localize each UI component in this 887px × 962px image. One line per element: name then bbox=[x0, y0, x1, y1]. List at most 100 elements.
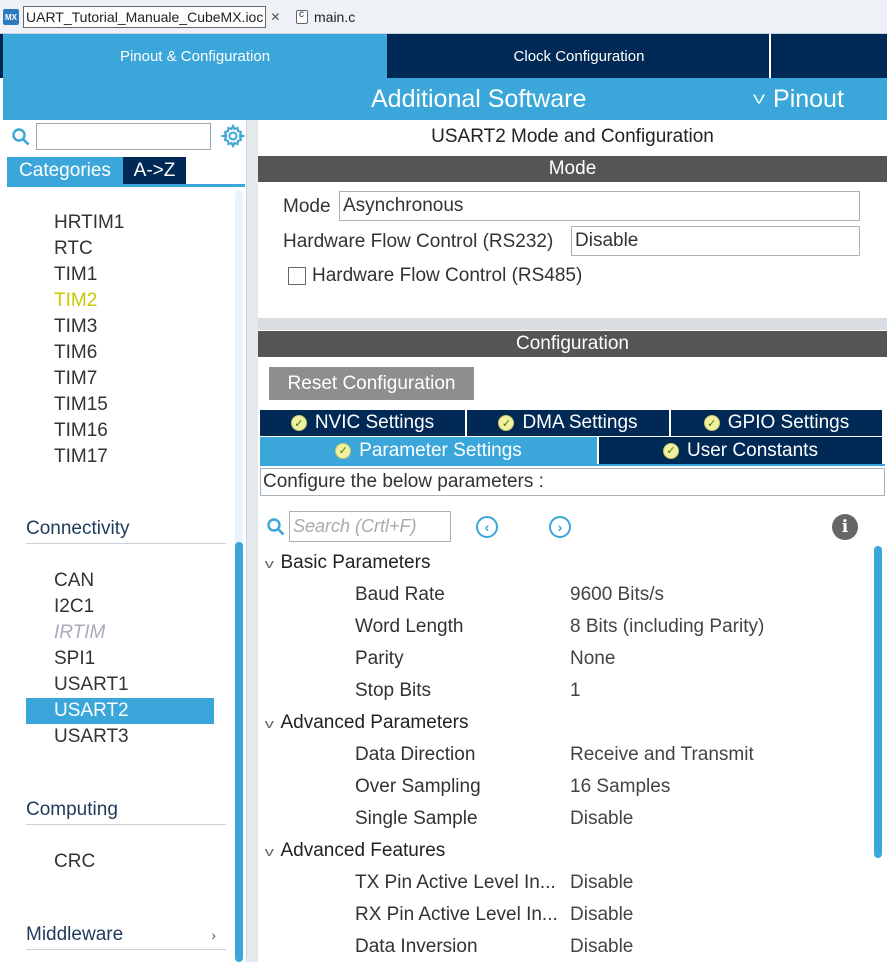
tab-dma-settings[interactable]: ✓ DMA Settings bbox=[467, 410, 669, 436]
list-item-tim3[interactable]: TIM3 bbox=[54, 314, 97, 340]
list-item-tim17[interactable]: TIM17 bbox=[54, 444, 108, 470]
param-value[interactable]: None bbox=[570, 648, 615, 670]
param-value[interactable]: Disable bbox=[570, 872, 633, 894]
param-name[interactable]: Stop Bits bbox=[355, 680, 431, 702]
sub-navigation: Additional Software V Pinout bbox=[3, 78, 887, 120]
category-search-input[interactable] bbox=[36, 123, 211, 150]
parameter-search-input[interactable]: Search (Crtl+F) bbox=[289, 511, 451, 542]
section-computing[interactable]: Computing bbox=[26, 797, 226, 825]
section-divider bbox=[258, 318, 887, 330]
left-scrollbar-thumb[interactable] bbox=[235, 542, 243, 962]
group-advanced-parameters[interactable]: v Advanced Parameters bbox=[265, 712, 469, 734]
hwfc-rs232-select[interactable]: Disable bbox=[571, 226, 860, 256]
param-name[interactable]: Data Inversion bbox=[355, 936, 478, 958]
panel-splitter[interactable] bbox=[247, 120, 258, 962]
chevron-down-icon: v bbox=[264, 843, 274, 859]
pinout-menu-button[interactable]: V Pinout bbox=[753, 85, 844, 114]
hwfc-rs485-label: Hardware Flow Control (RS485) bbox=[312, 265, 583, 286]
configure-hint: Configure the below parameters : bbox=[260, 468, 885, 496]
group-basic-parameters[interactable]: v Basic Parameters bbox=[265, 552, 431, 574]
list-item-usart3[interactable]: USART3 bbox=[54, 724, 129, 750]
tab-parameter-settings[interactable]: ✓ Parameter Settings bbox=[260, 437, 597, 464]
editor-tab-label: main.c bbox=[314, 9, 356, 25]
gear-icon[interactable] bbox=[221, 124, 245, 148]
tab-user-constants[interactable]: ✓ User Constants bbox=[599, 437, 882, 464]
param-value[interactable]: 1 bbox=[570, 680, 581, 702]
tab-pinout-configuration[interactable]: Pinout & Configuration bbox=[3, 34, 387, 78]
list-item-usart1[interactable]: USART1 bbox=[54, 672, 129, 698]
check-icon: ✓ bbox=[335, 442, 352, 459]
group-advanced-features[interactable]: v Advanced Features bbox=[264, 840, 446, 862]
param-value[interactable]: 16 Samples bbox=[570, 776, 670, 798]
tab-underline bbox=[7, 184, 245, 187]
list-item-i2c1[interactable]: I2C1 bbox=[54, 594, 94, 620]
list-item-tim16[interactable]: TIM16 bbox=[54, 418, 108, 444]
search-icon[interactable] bbox=[267, 518, 285, 536]
param-name[interactable]: RX Pin Active Level In... bbox=[355, 904, 558, 926]
param-name[interactable]: Word Length bbox=[355, 616, 463, 638]
mode-select[interactable]: Asynchronous bbox=[339, 191, 860, 221]
hwfc-rs485-checkbox[interactable] bbox=[288, 267, 306, 285]
section-connectivity[interactable]: Connectivity bbox=[26, 516, 226, 544]
tab-gpio-settings[interactable]: ✓ GPIO Settings bbox=[671, 410, 882, 436]
list-item-tim15[interactable]: TIM15 bbox=[54, 392, 108, 418]
previous-match-icon[interactable]: ‹ bbox=[476, 516, 498, 538]
list-item-tim7[interactable]: TIM7 bbox=[54, 366, 97, 392]
param-name[interactable]: Baud Rate bbox=[355, 584, 445, 606]
check-icon: ✓ bbox=[703, 415, 720, 431]
section-middleware[interactable]: Middleware › bbox=[26, 922, 226, 950]
param-name[interactable]: Parity bbox=[355, 648, 404, 670]
list-item-usart2[interactable]: USART2 bbox=[26, 698, 214, 724]
tab-underline bbox=[260, 464, 885, 466]
additional-software-button[interactable]: Additional Software bbox=[371, 85, 586, 114]
param-name[interactable]: TX Pin Active Level In... bbox=[355, 872, 556, 894]
tab-nvic-settings[interactable]: ✓ NVIC Settings bbox=[260, 410, 465, 436]
categories-panel: Categories A->Z HRTIM1 RTC TIM1 TIM2 TIM… bbox=[3, 120, 247, 962]
parameters-scrollbar[interactable] bbox=[874, 546, 882, 858]
list-item-can[interactable]: CAN bbox=[54, 568, 94, 594]
chevron-down-icon: V bbox=[753, 92, 766, 107]
param-name[interactable]: Data Direction bbox=[355, 744, 475, 766]
left-scrollbar[interactable] bbox=[235, 190, 243, 962]
editor-tab-bar: MX UART_Tutorial_Manuale_CubeMX.ioc ✕ ma… bbox=[0, 0, 887, 34]
param-value[interactable]: Disable bbox=[570, 808, 633, 830]
chevron-right-icon: › bbox=[211, 927, 216, 943]
editor-tab-ioc[interactable]: MX UART_Tutorial_Manuale_CubeMX.ioc ✕ bbox=[3, 5, 290, 29]
param-value[interactable]: 9600 Bits/s bbox=[570, 584, 664, 606]
info-icon[interactable]: i bbox=[832, 514, 858, 540]
list-item-tim2[interactable]: TIM2 bbox=[54, 288, 97, 314]
param-value[interactable]: Receive and Transmit bbox=[570, 744, 754, 766]
param-value[interactable]: Disable bbox=[570, 936, 633, 958]
list-item-rtc[interactable]: RTC bbox=[54, 236, 93, 262]
param-name[interactable]: Over Sampling bbox=[355, 776, 481, 798]
list-item-irtim[interactable]: IRTIM bbox=[54, 620, 105, 646]
list-item-crc[interactable]: CRC bbox=[54, 849, 95, 875]
group-label: Basic Parameters bbox=[280, 552, 431, 573]
param-value[interactable]: Disable bbox=[570, 904, 633, 926]
top-navigation: Pinout & Configuration Clock Configurati… bbox=[0, 34, 887, 78]
check-icon: ✓ bbox=[498, 415, 515, 431]
search-icon[interactable] bbox=[12, 128, 30, 146]
tab-project-manager[interactable] bbox=[771, 34, 887, 78]
tab-a-to-z[interactable]: A->Z bbox=[123, 157, 186, 184]
tab-label: GPIO Settings bbox=[727, 412, 850, 433]
list-item-tim6[interactable]: TIM6 bbox=[54, 340, 97, 366]
tab-clock-configuration[interactable]: Clock Configuration bbox=[390, 34, 768, 78]
tab-label: DMA Settings bbox=[522, 412, 638, 433]
list-item-tim1[interactable]: TIM1 bbox=[54, 262, 97, 288]
param-value[interactable]: 8 Bits (including Parity) bbox=[570, 616, 764, 638]
close-icon[interactable]: ✕ bbox=[270, 10, 280, 24]
param-name[interactable]: Single Sample bbox=[355, 808, 478, 830]
list-item-spi1[interactable]: SPI1 bbox=[54, 646, 95, 672]
mode-label: Mode bbox=[283, 196, 331, 217]
tab-label: User Constants bbox=[687, 439, 818, 461]
next-match-icon[interactable]: › bbox=[549, 516, 571, 538]
list-item-hrtim1[interactable]: HRTIM1 bbox=[54, 210, 124, 236]
group-label: Advanced Features bbox=[280, 840, 446, 861]
editor-tab-main-c[interactable]: main.c bbox=[296, 5, 386, 29]
reset-configuration-button[interactable]: Reset Configuration bbox=[269, 367, 474, 400]
check-icon: ✓ bbox=[290, 415, 307, 431]
mx-icon: MX bbox=[3, 9, 19, 25]
tab-categories[interactable]: Categories bbox=[7, 157, 123, 184]
section-middleware-label: Middleware bbox=[26, 924, 124, 945]
